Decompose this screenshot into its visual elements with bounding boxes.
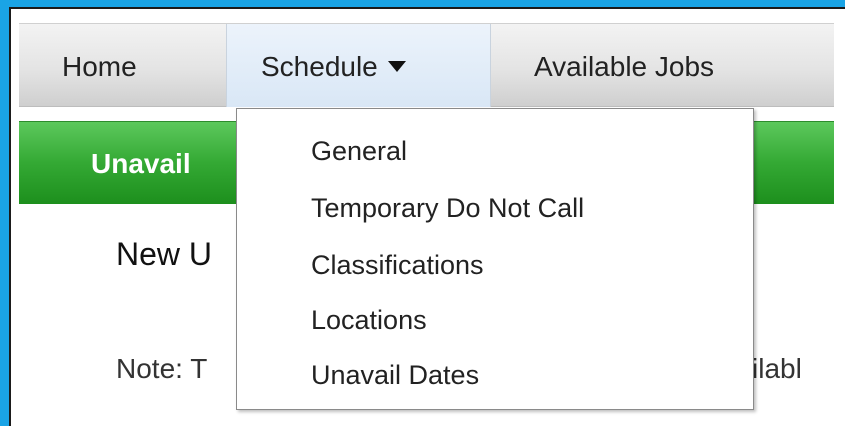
screen-frame: Home Schedule Available Jobs Unavail New…: [0, 0, 845, 426]
nav-schedule-label: Schedule: [261, 51, 378, 82]
page-subheading: New U: [116, 236, 213, 272]
nav-home-label: Home: [62, 51, 137, 82]
note-text-tail: ilabl: [752, 353, 802, 384]
menu-item-unavail-dates[interactable]: Unavail Dates: [311, 359, 479, 391]
nav-home[interactable]: Home: [62, 24, 137, 107]
nav-schedule[interactable]: Schedule: [226, 24, 491, 107]
nav-available-jobs-label: Available Jobs: [534, 51, 715, 82]
menu-item-temporary-do-not-call[interactable]: Temporary Do Not Call: [311, 192, 584, 224]
note-text: Note: T: [116, 353, 208, 384]
schedule-dropdown-menu: General Temporary Do Not Call Classifica…: [236, 108, 754, 410]
caret-down-icon: [387, 61, 406, 73]
menu-item-locations[interactable]: Locations: [311, 304, 427, 336]
menu-item-general[interactable]: General: [311, 135, 407, 167]
menu-item-classifications[interactable]: Classifications: [311, 249, 484, 281]
section-title: Unavail: [91, 148, 191, 179]
main-navbar: Home Schedule Available Jobs: [19, 23, 834, 107]
nav-available-jobs[interactable]: Available Jobs: [534, 24, 714, 107]
